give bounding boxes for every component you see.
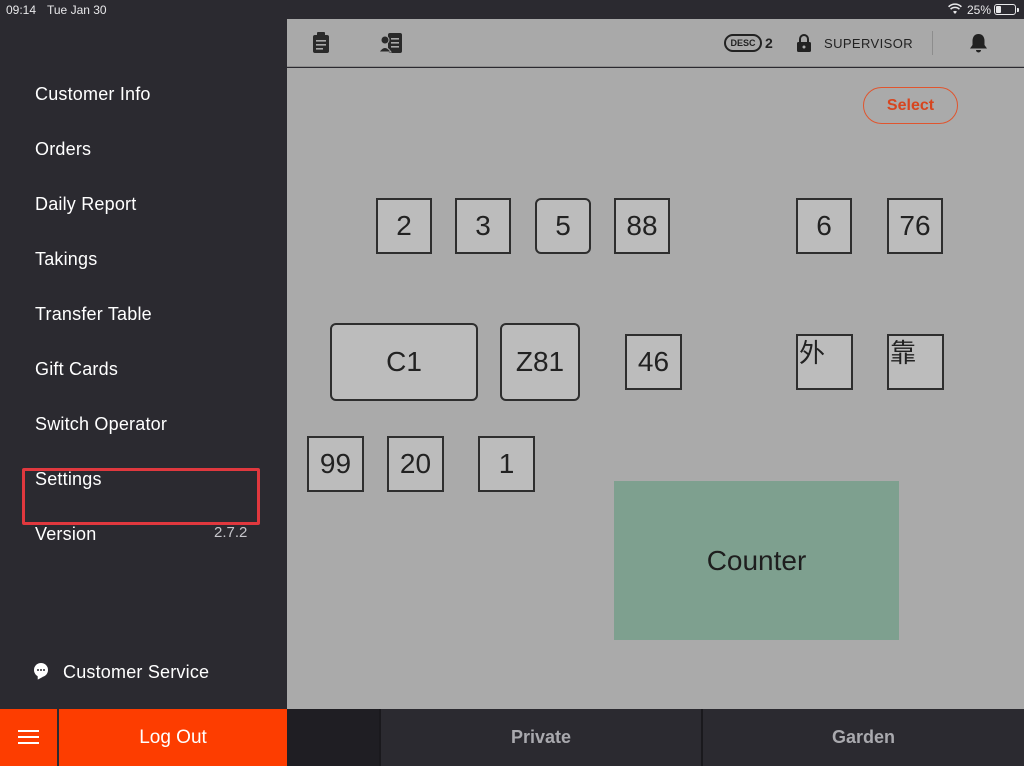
top-toolbar: DESC 2 SUPERVISOR	[287, 19, 1024, 67]
floor-tab-bar: Private Garden	[287, 709, 1024, 766]
tab-blank[interactable]	[287, 709, 379, 766]
battery-percent: 25%	[967, 3, 992, 17]
sidebar-item-orders[interactable]: Orders	[35, 139, 91, 160]
table-5[interactable]: 5	[535, 198, 591, 254]
table-wai[interactable]: 外	[796, 334, 853, 390]
sidebar-menu: Customer Info Orders Daily Report Taking…	[0, 19, 287, 709]
table-6[interactable]: 6	[796, 198, 852, 254]
tab-garden[interactable]: Garden	[703, 709, 1024, 766]
version-value: 2.7.2	[214, 524, 248, 541]
customer-card-icon[interactable]	[379, 32, 403, 54]
counter-area[interactable]: Counter	[614, 481, 899, 640]
sidebar-item-gift-cards[interactable]: Gift Cards	[35, 359, 118, 380]
tab-private[interactable]: Private	[381, 709, 701, 766]
desc-sort-badge[interactable]: DESC	[724, 34, 762, 52]
hamburger-menu-button[interactable]	[0, 709, 57, 766]
table-76[interactable]: 76	[887, 198, 943, 254]
sidebar-item-takings[interactable]: Takings	[35, 249, 97, 270]
table-z81[interactable]: Z81	[500, 323, 580, 401]
clipboard-icon[interactable]	[312, 32, 330, 54]
table-20[interactable]: 20	[387, 436, 444, 492]
table-46[interactable]: 46	[625, 334, 682, 390]
table-2[interactable]: 2	[376, 198, 432, 254]
table-3[interactable]: 3	[455, 198, 511, 254]
sidebar-item-daily-report[interactable]: Daily Report	[35, 194, 136, 215]
desc-count: 2	[765, 35, 773, 51]
operator-role[interactable]: SUPERVISOR	[824, 36, 913, 51]
bell-icon[interactable]	[969, 33, 988, 53]
table-99[interactable]: 99	[307, 436, 364, 492]
select-button[interactable]: Select	[863, 87, 958, 124]
sidebar-item-customer-info[interactable]: Customer Info	[35, 84, 151, 105]
table-88[interactable]: 88	[614, 198, 670, 254]
sidebar-item-switch-operator[interactable]: Switch Operator	[35, 414, 167, 435]
toolbar-divider	[932, 31, 933, 55]
status-time: 09:14	[6, 3, 37, 17]
table-kao[interactable]: 靠	[887, 334, 944, 390]
floor-plan: Select 2 3 5 88 6 76 C1 Z81 46 外 靠 99 20…	[287, 68, 1024, 709]
status-bar: 09:14 Tue Jan 30 25%	[0, 0, 1024, 19]
wifi-icon	[948, 3, 962, 14]
logout-button[interactable]: Log Out	[59, 709, 287, 766]
sidebar-item-settings[interactable]: Settings	[35, 469, 102, 490]
sidebar-item-transfer-table[interactable]: Transfer Table	[35, 304, 152, 325]
chat-bubble-icon	[34, 663, 48, 677]
status-date: Tue Jan 30	[47, 3, 107, 17]
customer-service-link[interactable]: Customer Service	[63, 662, 209, 683]
table-1[interactable]: 1	[478, 436, 535, 492]
lock-icon	[797, 34, 811, 52]
battery-icon	[994, 4, 1019, 15]
table-c1[interactable]: C1	[330, 323, 478, 401]
sidebar-item-version: Version	[35, 524, 97, 544]
